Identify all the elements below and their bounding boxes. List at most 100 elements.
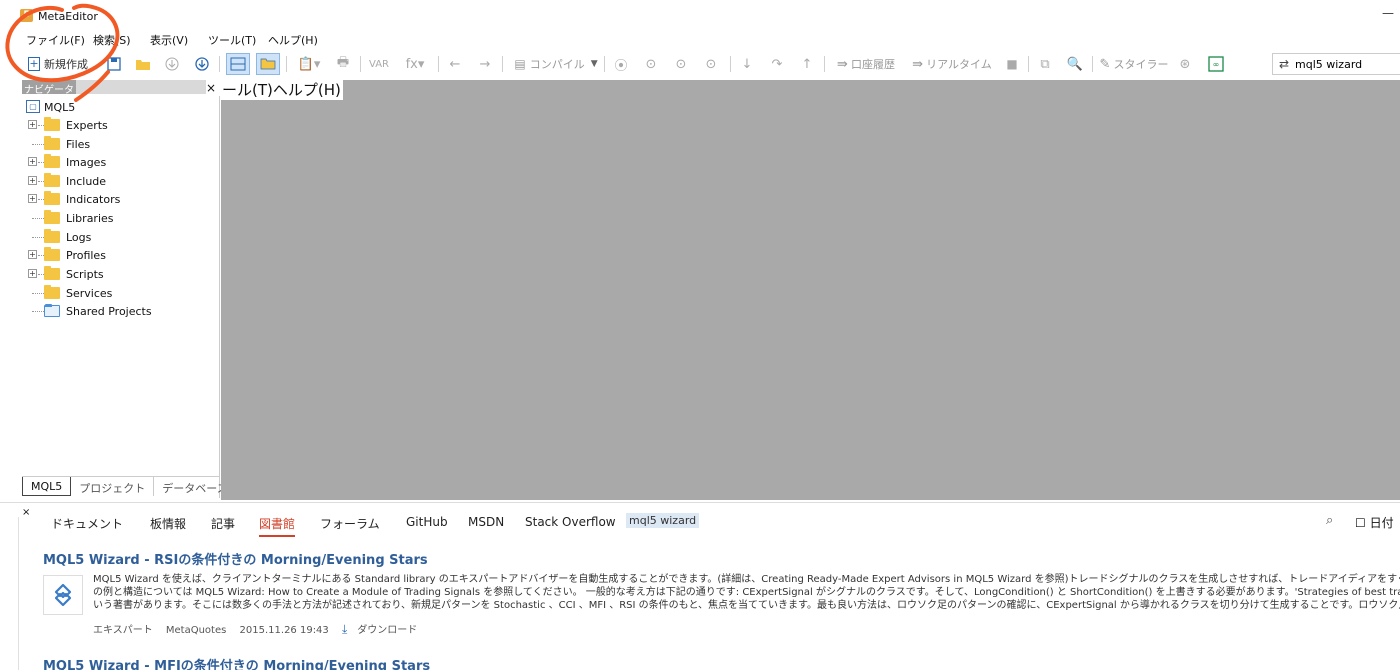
back-arrow-icon[interactable]: ← [444, 53, 466, 75]
expand-icon[interactable]: + [28, 250, 37, 259]
navigator-close-button[interactable]: × [206, 81, 216, 95]
compile-button[interactable]: ▤ コンパイル ▼ [510, 53, 602, 75]
folder-icon [44, 136, 60, 150]
tree-item-label: Files [66, 138, 91, 151]
start-debug-icon[interactable]: ⦿ [610, 53, 632, 75]
compile-label: コンパイル [529, 58, 585, 71]
download-icon[interactable] [192, 53, 212, 75]
tree-item-services[interactable]: Services [22, 284, 220, 302]
menu-help[interactable]: ヘルプ(H) [268, 32, 318, 48]
menu-view[interactable]: 表示(V) [150, 32, 188, 48]
folder-icon [44, 266, 60, 280]
article-title-link[interactable]: MQL5 Wizard - RSIの条件付きの Morning/Evening … [43, 549, 428, 568]
tab-documents[interactable]: ドキュメント [51, 515, 123, 532]
open-folder-icon[interactable] [133, 53, 153, 75]
tab-github[interactable]: GitHub [406, 515, 448, 529]
function-icon[interactable]: fx▾ [398, 53, 432, 75]
tab-codebase[interactable]: 図書館 [259, 515, 296, 537]
tree-item-label: Logs [66, 231, 92, 244]
checkbox-icon[interactable]: ☐ [1355, 516, 1366, 530]
tree-item-label: Libraries [66, 212, 114, 225]
realtime-button[interactable]: ⇛ リアルタイム [910, 53, 994, 75]
navigator-toggle-icon[interactable] [226, 53, 250, 75]
download-link[interactable]: ⤓ ダウンロード [342, 622, 427, 636]
forward-arrow-icon[interactable]: → [474, 53, 496, 75]
date-checkbox[interactable]: ☐ 日付 [1355, 514, 1394, 531]
tab-articles[interactable]: 記事 [211, 515, 235, 532]
tree-item-files[interactable]: Files [22, 135, 220, 153]
library-search-field[interactable]: mql5 wizard [626, 513, 1346, 532]
tree-item-libraries[interactable]: Libraries [22, 209, 220, 227]
article-author[interactable]: MetaQuotes [166, 625, 226, 636]
tree-item-experts[interactable]: + Experts [22, 116, 220, 134]
tab-stack-overflow[interactable]: Stack Overflow [525, 515, 616, 529]
expand-icon[interactable]: + [28, 194, 37, 203]
navigator-header: ナビゲータ × [22, 80, 220, 96]
search-icon[interactable]: ⌕ [1326, 513, 1333, 528]
tree-item-label: Profiles [66, 249, 106, 262]
tab-project[interactable]: プロジェクト [71, 477, 155, 496]
tree-item-scripts[interactable]: + Scripts [22, 265, 220, 283]
toolbar-search-input[interactable] [1295, 57, 1395, 71]
community-icon[interactable]: ∞ [1204, 53, 1228, 75]
expand-icon[interactable]: + [28, 269, 37, 278]
stop-square-icon[interactable]: ■ [1002, 53, 1022, 75]
navigator-panel: ナビゲータ × ▢ MQL5 + Experts Files + Images … [22, 80, 228, 498]
tree-item-profiles[interactable]: + Profiles [22, 246, 220, 264]
tree-root-mql5[interactable]: ▢ MQL5 [22, 98, 220, 116]
tree-item-logs[interactable]: Logs [22, 228, 220, 246]
mql5-root-icon: ▢ [26, 100, 40, 113]
new-file-button[interactable]: + 新規作成 [22, 53, 94, 75]
toolbar-search-box[interactable]: ⇄ [1272, 53, 1400, 75]
tree-item-shared-projects[interactable]: Shared Projects [22, 302, 220, 320]
copy-icon[interactable]: ⧉ [1034, 53, 1056, 75]
pause-icon[interactable]: ⊙ [670, 53, 692, 75]
search-options-icon[interactable]: ⇄ [1273, 57, 1295, 71]
tree-item-images[interactable]: + Images [22, 153, 220, 171]
compile-dropdown-icon[interactable]: ▼ [591, 59, 598, 69]
step-into-icon[interactable]: ↓ [736, 53, 758, 75]
stop-icon[interactable]: ⊙ [700, 53, 722, 75]
tab-forum[interactable]: フォーラム [320, 515, 380, 532]
compile-icon: ▤ [514, 57, 526, 71]
editor-area[interactable] [221, 80, 1400, 500]
real-history-button[interactable]: ⇛ 口座履歴 [830, 53, 902, 75]
library-search-input[interactable]: mql5 wizard [626, 513, 700, 528]
step-out-icon[interactable]: ↑ [796, 53, 818, 75]
new-file-icon: + [28, 57, 40, 71]
save-icon[interactable] [104, 53, 124, 75]
find-icon[interactable]: 🔍 [1064, 53, 1086, 75]
paste-icon[interactable]: 📋▾ [292, 53, 326, 75]
window-title: MetaEditor [38, 10, 98, 23]
tab-mql5[interactable]: MQL5 [22, 477, 72, 496]
navigator-tabs: MQL5 プロジェクト データベース [22, 476, 228, 496]
folder-icon [44, 191, 60, 205]
menu-file[interactable]: ファイル(F) [26, 32, 85, 48]
styler-button[interactable]: ✎ スタイラー [1100, 53, 1169, 75]
article-title-link[interactable]: MQL5 Wizard - MFIの条件付きの Morning/Evening … [43, 655, 430, 670]
tab-msdn[interactable]: MSDN [468, 515, 504, 529]
tree-item-indicators[interactable]: + Indicators [22, 190, 220, 208]
menu-tools[interactable]: ツール(T) [208, 32, 256, 48]
tab-market-depth[interactable]: 板情報 [150, 515, 186, 532]
toolbox-close-button[interactable]: × [22, 507, 30, 518]
tree-item-label: Include [66, 175, 107, 188]
variable-icon[interactable]: VAR [368, 53, 390, 75]
tree-item-include[interactable]: + Include [22, 172, 220, 190]
download-disabled-icon[interactable] [162, 53, 182, 75]
article-meta: エキスパート MetaQuotes 2015.11.26 19:43 ⤓ ダウンロ… [93, 621, 437, 637]
menu-search[interactable]: 検索(S) [93, 32, 131, 48]
play-icon[interactable]: ⊙ [640, 53, 662, 75]
tree-item-label: Services [66, 287, 113, 300]
minimize-button[interactable]: — [1382, 6, 1394, 20]
expand-icon[interactable]: + [28, 157, 37, 166]
print-icon[interactable]: 🖶 [332, 53, 354, 75]
folder-icon [44, 247, 60, 261]
expand-icon[interactable]: + [28, 176, 37, 185]
expand-icon[interactable]: + [28, 120, 37, 129]
step-over-icon[interactable]: ↷ [766, 53, 788, 75]
toolbox-toggle-icon[interactable] [256, 53, 280, 75]
article-description-line: MQL5 Wizard を使えば、クライアントターミナルにある Standard… [93, 574, 1400, 585]
styler-label: スタイラー [1113, 58, 1169, 71]
settings-diamond-icon[interactable]: ⊛ [1174, 53, 1196, 75]
